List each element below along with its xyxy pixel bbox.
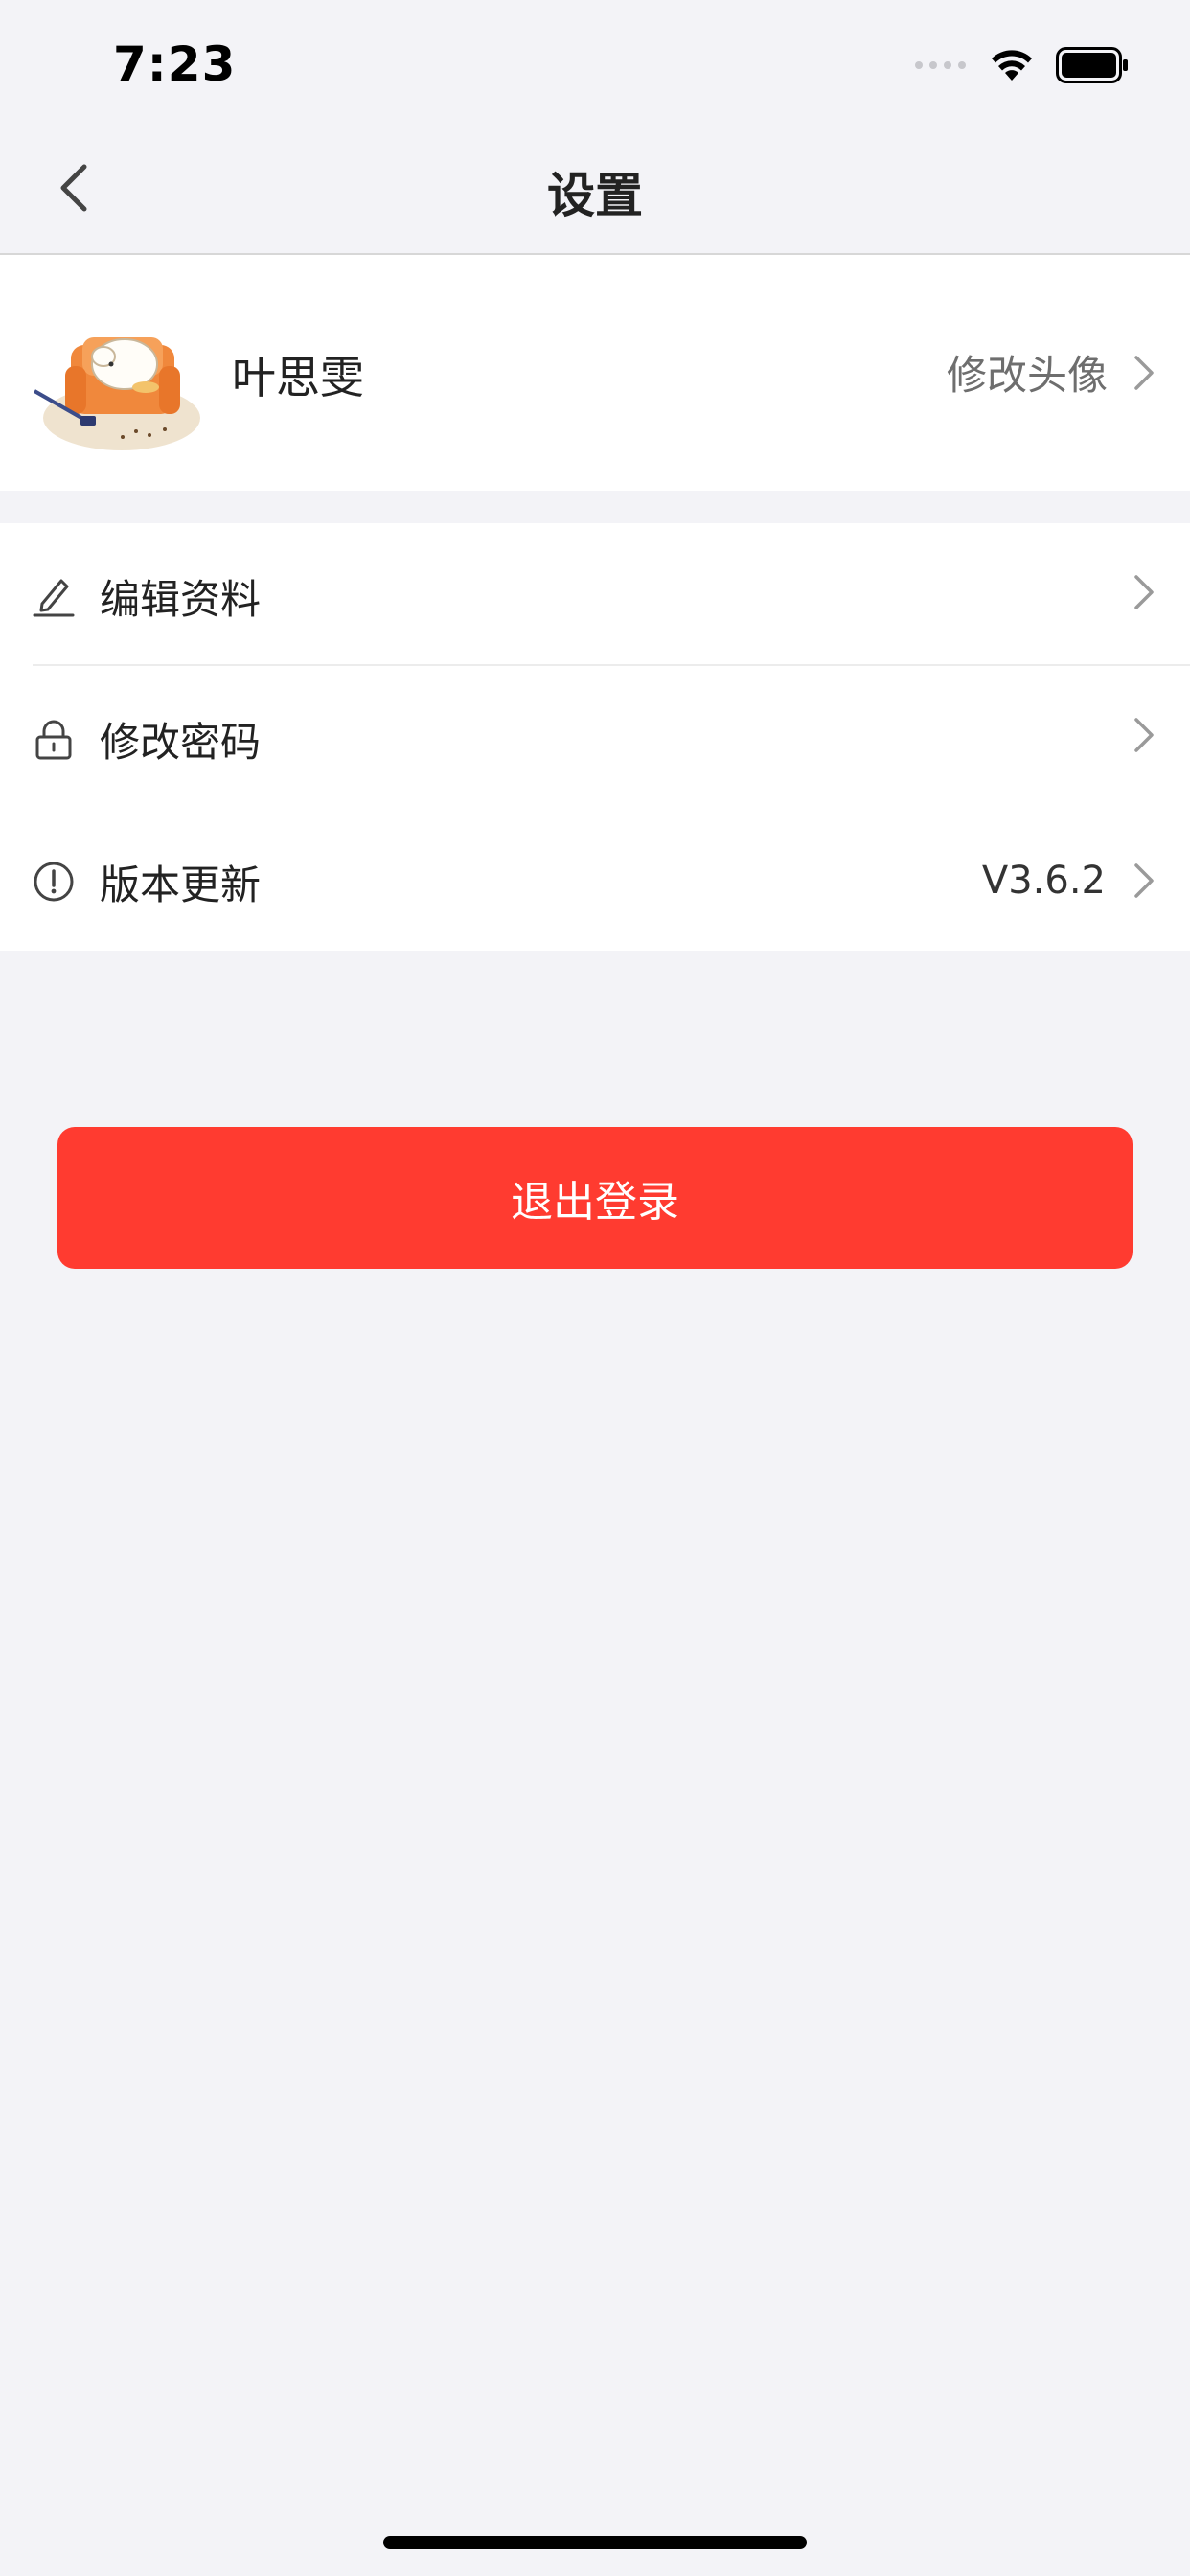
change-avatar-button[interactable]: 修改头像	[947, 343, 1156, 402]
edit-icon	[33, 579, 75, 617]
chevron-right-icon	[1134, 863, 1154, 898]
chevron-right-icon	[1134, 575, 1154, 610]
menu-item-label: 编辑资料	[100, 576, 262, 623]
battery-icon	[1056, 47, 1128, 83]
home-indicator	[383, 2536, 807, 2549]
wifi-icon	[992, 50, 1032, 80]
status-icons	[915, 46, 1129, 84]
status-time: 7:23	[113, 36, 237, 92]
chevron-right-icon	[1134, 355, 1154, 390]
profile-name: 叶思雯	[232, 352, 364, 403]
menu-item-version-update[interactable]: 版本更新 V3.6.2	[0, 809, 1190, 951]
logout-button[interactable]: 退出登录	[57, 1127, 1133, 1269]
avatar[interactable]	[31, 310, 203, 454]
menu-item-label: 版本更新	[100, 862, 262, 908]
signal-icon	[915, 61, 966, 69]
settings-menu: 编辑资料 修改密码 版本更新 V3.6.2	[0, 523, 1190, 951]
lock-icon	[35, 720, 72, 760]
status-bar: 7:23	[0, 0, 1190, 126]
version-value: V3.6.2	[981, 859, 1106, 903]
chevron-right-icon	[1134, 718, 1154, 752]
menu-item-change-password[interactable]: 修改密码	[0, 666, 1190, 808]
change-avatar-label: 修改头像	[946, 352, 1108, 399]
menu-item-edit-profile[interactable]: 编辑资料	[0, 523, 1190, 665]
menu-item-label: 修改密码	[100, 719, 262, 766]
avatar-illustration	[34, 337, 200, 450]
profile-card: 叶思雯 修改头像	[0, 255, 1190, 491]
info-icon	[34, 862, 74, 902]
page-title: 设置	[547, 168, 643, 223]
navigation-bar: 设置	[0, 126, 1190, 255]
